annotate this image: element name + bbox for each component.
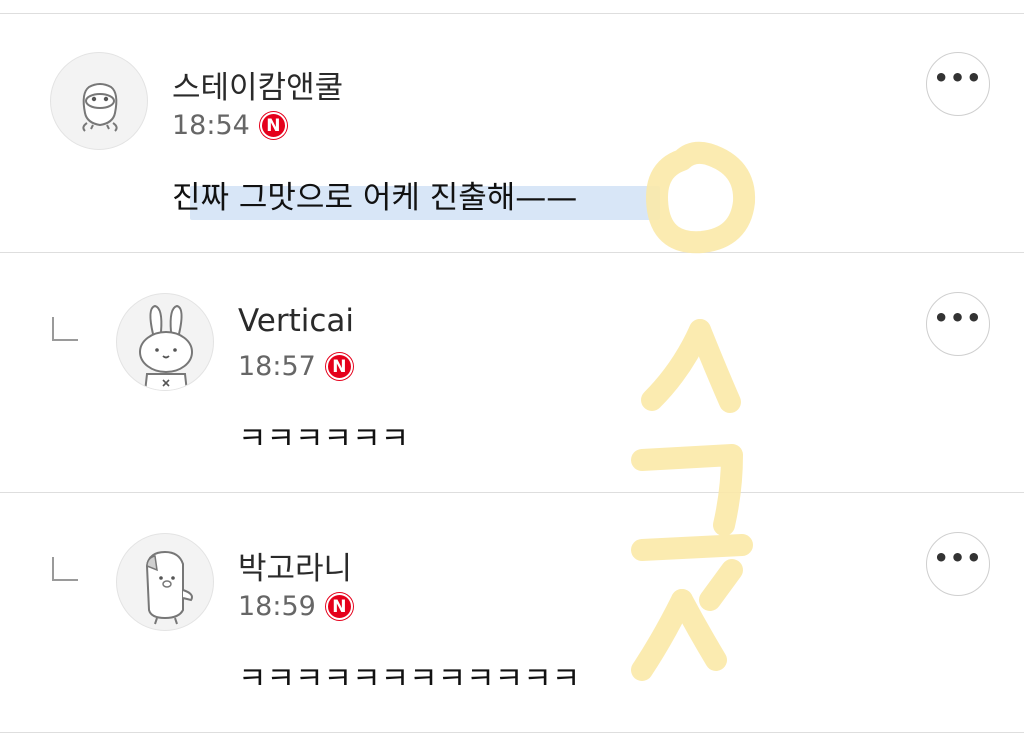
comment-item: 스테이캄앤쿨 18:54 N 진짜 그맛으로 어케 진출해—— ••• <box>0 14 1024 252</box>
new-badge: N <box>325 353 353 380</box>
comment-text[interactable]: ㅋㅋㅋㅋㅋㅋㅋㅋㅋㅋㅋㅋ <box>238 653 580 698</box>
more-options-button[interactable]: ••• <box>926 52 990 116</box>
time-row: 18:54 N <box>172 110 287 141</box>
more-dots-icon: ••• <box>933 544 983 572</box>
new-badge: N <box>259 112 287 139</box>
comment-time: 18:57 <box>238 351 316 382</box>
more-options-button[interactable]: ••• <box>926 532 990 596</box>
author-name[interactable]: Verticai <box>238 303 354 339</box>
reply-item: 박고라니 18:59 N ㅋㅋㅋㅋㅋㅋㅋㅋㅋㅋㅋㅋ ••• <box>0 493 1024 731</box>
penguin-avatar-icon[interactable] <box>116 533 214 631</box>
comment-time: 18:59 <box>238 591 316 622</box>
author-name[interactable]: 박고라니 <box>238 543 352 588</box>
reply-item: Verticai 18:57 N ㅋㅋㅋㅋㅋㅋ ••• <box>0 253 1024 491</box>
new-badge: N <box>325 593 353 620</box>
bottom-divider <box>0 732 1024 733</box>
comment-text[interactable]: 진짜 그맛으로 어케 진출해—— <box>172 172 577 217</box>
time-row: 18:57 N <box>238 351 353 382</box>
reply-arrow-icon <box>52 557 78 581</box>
time-row: 18:59 N <box>238 591 353 622</box>
rabbit-avatar-icon[interactable] <box>116 293 214 391</box>
reply-arrow-icon <box>52 317 78 341</box>
comment-list: 스테이캄앤쿨 18:54 N 진짜 그맛으로 어케 진출해—— ••• Vert… <box>0 0 1024 740</box>
more-dots-icon: ••• <box>933 64 983 92</box>
more-dots-icon: ••• <box>933 304 983 332</box>
comment-time: 18:54 <box>172 110 250 141</box>
comment-text[interactable]: ㅋㅋㅋㅋㅋㅋ <box>238 413 409 458</box>
more-options-button[interactable]: ••• <box>926 292 990 356</box>
author-name[interactable]: 스테이캄앤쿨 <box>172 62 343 107</box>
duck-avatar-icon[interactable] <box>50 52 148 150</box>
